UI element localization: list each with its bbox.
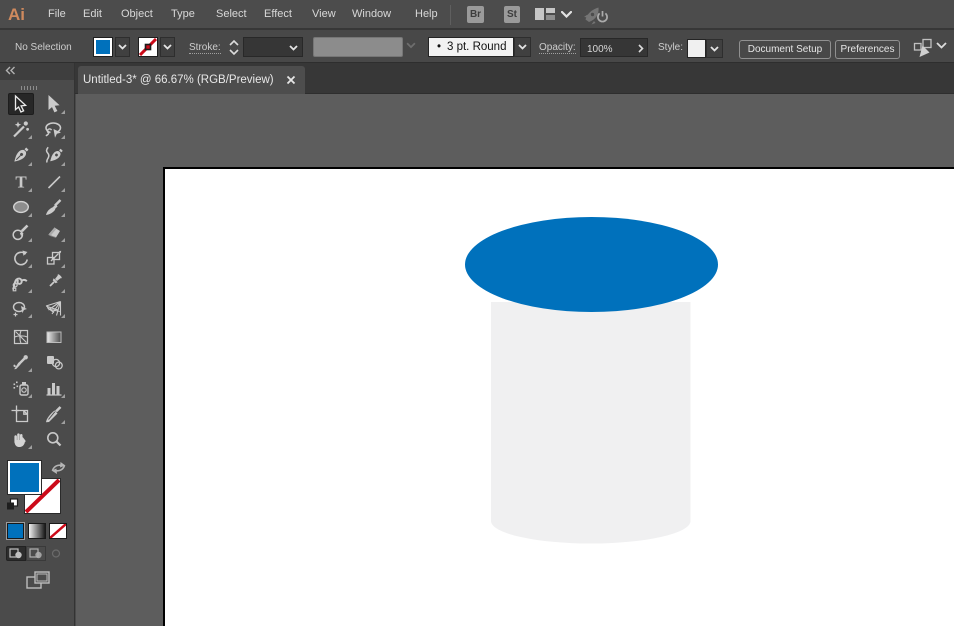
svg-text:T: T (15, 173, 27, 191)
